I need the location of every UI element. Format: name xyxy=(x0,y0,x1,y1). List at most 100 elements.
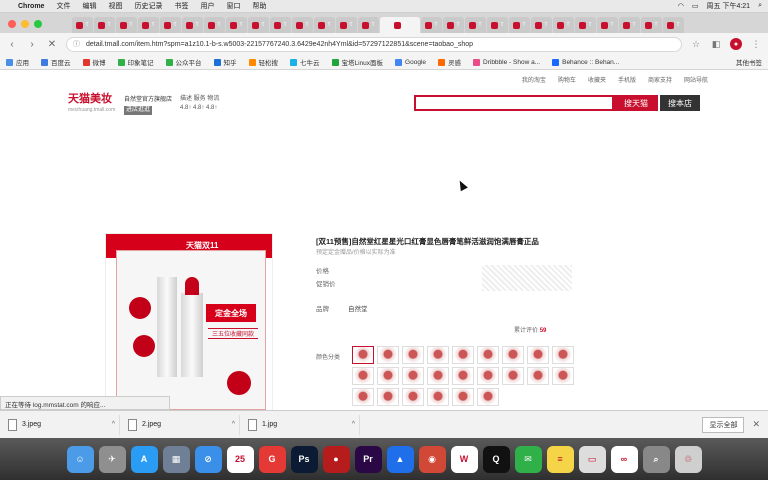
site-link-merchant[interactable]: 商家支持 xyxy=(648,75,672,84)
site-link-sitemap[interactable]: 网站导航 xyxy=(684,75,708,84)
browser-tab[interactable]: T xyxy=(138,17,159,33)
shop-name[interactable]: 自然堂官方旗舰店 xyxy=(124,96,172,105)
safari-icon[interactable]: ⊘ xyxy=(194,445,222,473)
site-link-mobile[interactable]: 手机版 xyxy=(618,75,636,84)
browser-tab[interactable]: T xyxy=(248,17,269,33)
browser-tab[interactable]: T xyxy=(94,17,115,33)
color-swatch[interactable] xyxy=(552,346,574,364)
browser-tab[interactable]: T xyxy=(380,17,420,33)
color-swatch[interactable] xyxy=(352,367,374,385)
clock[interactable]: 周五 下午4:21 xyxy=(707,1,751,11)
bookmark-item[interactable]: 微博 xyxy=(82,57,106,67)
menu-file[interactable]: 文件 xyxy=(56,1,70,11)
chevron-up-icon[interactable]: ^ xyxy=(232,421,235,428)
bookmark-item[interactable]: Google xyxy=(395,57,426,67)
color-swatch[interactable] xyxy=(452,346,474,364)
search-input[interactable] xyxy=(414,95,614,111)
download-item[interactable]: 1.jpg ^ xyxy=(248,414,360,435)
menu-edit[interactable]: 编辑 xyxy=(82,1,96,11)
browser-tab[interactable]: T xyxy=(160,17,181,33)
chevron-up-icon[interactable]: ^ xyxy=(112,421,115,428)
browser-tab[interactable]: T xyxy=(182,17,203,33)
preview-icon[interactable]: ▦ xyxy=(162,445,190,473)
bookmark-item[interactable]: 轻松搜 xyxy=(248,57,278,67)
color-swatch[interactable] xyxy=(452,388,474,406)
wps-icon[interactable]: W xyxy=(450,445,478,473)
menu-dots-icon[interactable]: ⋮ xyxy=(750,38,762,50)
download-item[interactable]: 3.jpeg ^ xyxy=(8,414,120,435)
browser-tab[interactable]: T xyxy=(509,17,530,33)
product-main-image[interactable]: 天猫双11 定金全场 三五位收藏同款 xyxy=(105,233,273,410)
browser-tab[interactable]: T xyxy=(421,17,442,33)
stickies-icon[interactable]: ≡ xyxy=(546,445,574,473)
profile-avatar[interactable]: ● xyxy=(730,38,742,50)
stop-loading-icon[interactable]: ✕ xyxy=(46,38,58,50)
bookmark-item[interactable]: 百度云 xyxy=(41,57,71,67)
mail-icon[interactable]: G xyxy=(258,445,286,473)
review-count[interactable]: 累计评价 59 xyxy=(514,325,546,334)
bookmark-item[interactable]: 宝塔Linux面板 xyxy=(331,57,383,67)
color-swatch[interactable] xyxy=(527,367,549,385)
browser-tab[interactable]: T xyxy=(72,17,93,33)
screens-icon[interactable]: ▭ xyxy=(578,445,606,473)
color-swatch[interactable] xyxy=(402,346,424,364)
back-icon[interactable]: ‹ xyxy=(6,38,18,50)
color-swatch[interactable] xyxy=(477,388,499,406)
battery-icon[interactable]: ▭ xyxy=(692,2,699,10)
show-all-downloads-button[interactable]: 显示全部 xyxy=(702,416,745,433)
launchpad-icon[interactable]: ✈ xyxy=(98,445,126,473)
search-shop-button[interactable]: 搜本店 xyxy=(660,95,700,111)
other-bookmarks[interactable]: 其他书签 xyxy=(736,57,762,67)
browser-tab[interactable]: T xyxy=(270,17,291,33)
menu-help[interactable]: 帮助 xyxy=(252,1,266,11)
menu-people[interactable]: 用户 xyxy=(200,1,214,11)
color-swatch[interactable] xyxy=(377,367,399,385)
baiducloud-icon[interactable]: ∞ xyxy=(610,445,638,473)
color-swatch[interactable] xyxy=(402,388,424,406)
bookmark-item[interactable]: 应用 xyxy=(6,57,29,67)
color-swatch[interactable] xyxy=(552,367,574,385)
trash-icon[interactable]: ♲ xyxy=(674,445,702,473)
browser-tab[interactable]: T xyxy=(487,17,508,33)
color-swatch[interactable] xyxy=(352,346,374,364)
site-link-cart[interactable]: 购物车 xyxy=(558,75,576,84)
bookmark-item[interactable]: 印象笔记 xyxy=(117,57,154,67)
keynote-icon[interactable]: ▲ xyxy=(386,445,414,473)
browser-tab[interactable]: T xyxy=(465,17,486,33)
menu-view[interactable]: 视图 xyxy=(108,1,122,11)
color-swatch[interactable] xyxy=(427,388,449,406)
browser-tab[interactable]: T xyxy=(292,17,313,33)
color-swatch[interactable] xyxy=(502,346,524,364)
shop-enter-tag[interactable]: 进店逛逛 xyxy=(124,106,153,115)
address-bar[interactable]: ⓘ detail.tmall.com/item.htm?spm=a1z10.1-… xyxy=(66,36,682,52)
bookmark-item[interactable]: 公众平台 xyxy=(165,57,202,67)
browser-tab[interactable]: T xyxy=(597,17,618,33)
close-icon[interactable]: ✕ xyxy=(752,419,760,430)
bookmark-item[interactable]: Behance :: Behan... xyxy=(552,57,619,67)
download-item[interactable]: 2.jpeg ^ xyxy=(128,414,240,435)
browser-tab[interactable]: T xyxy=(641,17,662,33)
browser-tab[interactable]: T xyxy=(443,17,464,33)
wifi-icon[interactable]: ◠ xyxy=(678,2,684,10)
tmall-beauty-logo[interactable]: 天猫美妆 meizhuang.tmall.com xyxy=(68,94,115,116)
color-swatch[interactable] xyxy=(427,346,449,364)
browser-tab[interactable]: T xyxy=(336,17,357,33)
browser-tab[interactable]: T xyxy=(358,17,379,33)
browser-tab[interactable]: T xyxy=(663,17,684,33)
site-link-favorites[interactable]: 收藏夹 xyxy=(588,75,606,84)
color-swatch[interactable] xyxy=(527,346,549,364)
chrome-icon[interactable]: ◉ xyxy=(418,445,446,473)
chrome-red-icon[interactable]: ● xyxy=(322,445,350,473)
premiere-icon[interactable]: Pr xyxy=(354,445,382,473)
spotlight-icon[interactable]: ⌕ xyxy=(758,2,762,10)
bookmark-item[interactable]: 灵感 xyxy=(438,57,461,67)
browser-tab[interactable]: T xyxy=(314,17,335,33)
color-swatch[interactable] xyxy=(452,367,474,385)
browser-tab[interactable]: T xyxy=(553,17,574,33)
finder-icon[interactable]: ☺ xyxy=(66,445,94,473)
search-icon[interactable]: ⌕ xyxy=(642,445,670,473)
site-link-my-taobao[interactable]: 我的淘宝 xyxy=(522,75,546,84)
browser-tab[interactable]: T xyxy=(204,17,225,33)
search-tmall-button[interactable]: 搜天猫 xyxy=(614,95,658,111)
browser-tab[interactable]: T xyxy=(575,17,596,33)
